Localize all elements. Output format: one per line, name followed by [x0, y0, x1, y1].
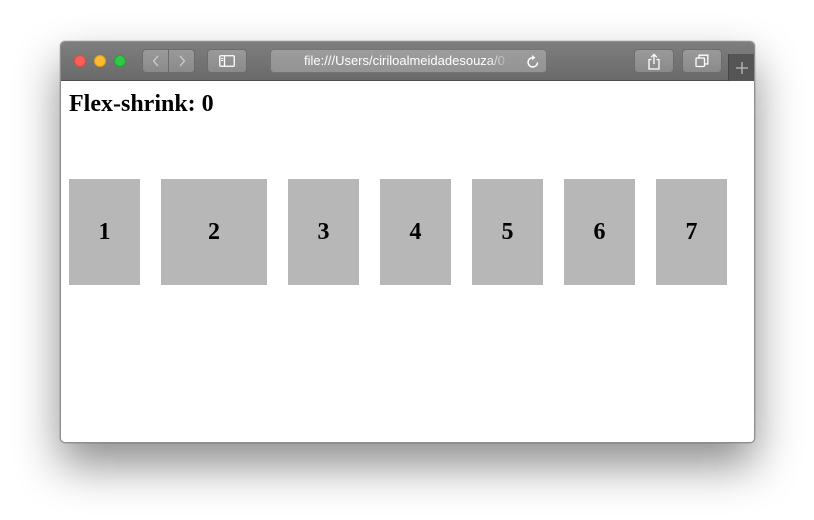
sidebar-toggle-button[interactable] — [207, 49, 247, 73]
tab-overview-button[interactable] — [682, 49, 722, 73]
browser-toolbar: file:///Users/ciriloalmeidadesouza/0 — [61, 42, 754, 81]
share-icon — [648, 52, 660, 70]
sidebar-icon — [219, 55, 235, 67]
reload-icon[interactable] — [526, 54, 540, 69]
url-text: file:///Users/ciriloalmeidadesouza/0 — [304, 53, 505, 68]
flex-item-2: 2 — [161, 179, 267, 285]
page-content: Flex-shrink: 0 1 2 3 4 5 6 7 — [61, 81, 754, 442]
flex-item-1: 1 — [69, 179, 140, 285]
minimize-window-button[interactable] — [94, 55, 106, 67]
tabs-icon — [695, 54, 709, 68]
flex-item-4: 4 — [380, 179, 451, 285]
address-bar[interactable]: file:///Users/ciriloalmeidadesouza/0 — [270, 49, 547, 73]
browser-window: file:///Users/ciriloalmeidadesouza/0 Fle… — [60, 41, 755, 443]
new-tab-button[interactable] — [728, 54, 754, 81]
forward-button[interactable] — [168, 49, 195, 73]
back-button[interactable] — [142, 49, 169, 73]
zoom-window-button[interactable] — [114, 55, 126, 67]
chevron-left-icon — [152, 55, 159, 67]
flex-item-6: 6 — [564, 179, 635, 285]
share-button[interactable] — [634, 49, 674, 73]
flex-item-3: 3 — [288, 179, 359, 285]
flex-item-5: 5 — [472, 179, 543, 285]
chevron-right-icon — [178, 55, 185, 67]
page-title: Flex-shrink: 0 — [69, 91, 214, 117]
flex-item-7: 7 — [656, 179, 727, 285]
plus-icon — [735, 61, 748, 74]
close-window-button[interactable] — [74, 55, 86, 67]
